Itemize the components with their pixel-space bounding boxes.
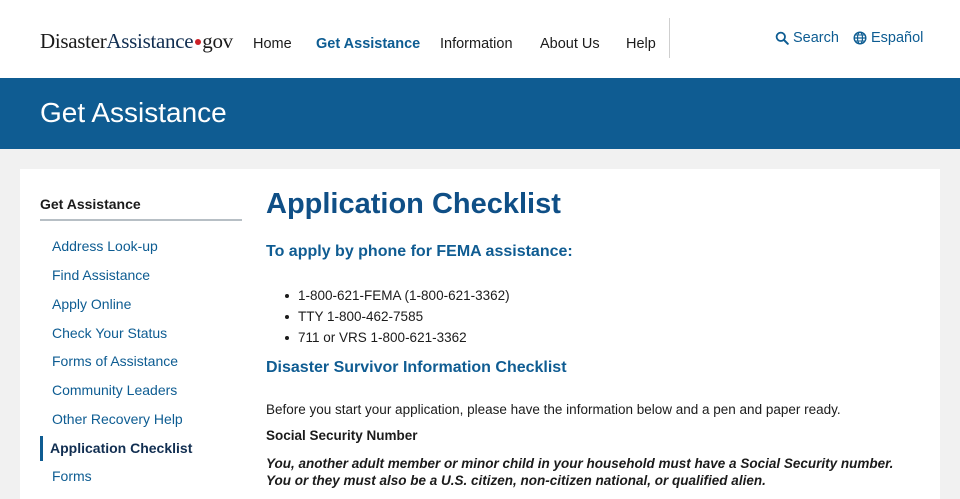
site-logo[interactable]: DisasterAssistance gov	[40, 29, 233, 54]
site-header: DisasterAssistance gov Home Get Assistanc…	[0, 0, 960, 78]
sidebar-item-application-checklist[interactable]: Application Checklist	[50, 440, 192, 456]
logo-text-assistance: Assistance	[106, 29, 194, 53]
sidebar-item-apply-online[interactable]: Apply Online	[52, 296, 131, 312]
sidebar-item-check-status[interactable]: Check Your Status	[52, 325, 167, 341]
ssn-note-line1: You, another adult member or minor child…	[266, 456, 894, 471]
sidebar-item-find-assistance[interactable]: Find Assistance	[52, 267, 150, 283]
globe-icon	[853, 31, 867, 45]
sidebar-item-address-lookup[interactable]: Address Look-up	[52, 238, 158, 254]
language-label: Español	[871, 30, 924, 46]
nav-about-us[interactable]: About Us	[540, 36, 600, 52]
list-item: 1-800-621-FEMA (1-800-621-3362)	[284, 285, 510, 306]
list-item: TTY 1-800-462-7585	[284, 306, 510, 327]
search-label: Search	[793, 30, 839, 46]
sidebar-item-other-recovery-help[interactable]: Other Recovery Help	[52, 411, 183, 427]
page-hero: Get Assistance	[0, 78, 960, 149]
search-icon	[775, 31, 789, 45]
page-title: Application Checklist	[266, 188, 561, 220]
logo-text-disaster: Disaster	[40, 29, 107, 53]
language-link[interactable]: Español	[853, 30, 923, 46]
sidebar-item-forms-of-assistance[interactable]: Forms of Assistance	[52, 353, 178, 369]
sidebar-divider	[40, 219, 242, 221]
ssn-note: You, another adult member or minor child…	[266, 455, 893, 489]
phone-heading: To apply by phone for FEMA assistance:	[266, 243, 573, 260]
nav-get-assistance[interactable]: Get Assistance	[316, 36, 420, 52]
phone-list: 1-800-621-FEMA (1-800-621-3362) TTY 1-80…	[284, 285, 510, 348]
nav-help[interactable]: Help	[626, 36, 656, 52]
hero-title: Get Assistance	[40, 97, 227, 128]
intro-text: Before you start your application, pleas…	[266, 402, 841, 417]
sidebar-item-forms[interactable]: Forms	[52, 468, 92, 484]
sidebar-active-indicator	[40, 436, 43, 461]
checklist-heading: Disaster Survivor Information Checklist	[266, 359, 567, 376]
nav-divider	[669, 18, 670, 58]
logo-dot-icon	[195, 38, 202, 45]
ssn-label: Social Security Number	[266, 428, 418, 443]
sidebar-heading: Get Assistance	[40, 196, 141, 212]
nav-information[interactable]: Information	[440, 36, 513, 52]
search-link[interactable]: Search	[775, 30, 839, 46]
nav-home[interactable]: Home	[253, 36, 292, 52]
logo-text-gov: gov	[202, 29, 233, 53]
ssn-note-line2: You or they must also be a U.S. citizen,…	[266, 473, 766, 488]
list-item: 711 or VRS 1-800-621-3362	[284, 327, 510, 348]
sidebar-item-community-leaders[interactable]: Community Leaders	[52, 382, 177, 398]
